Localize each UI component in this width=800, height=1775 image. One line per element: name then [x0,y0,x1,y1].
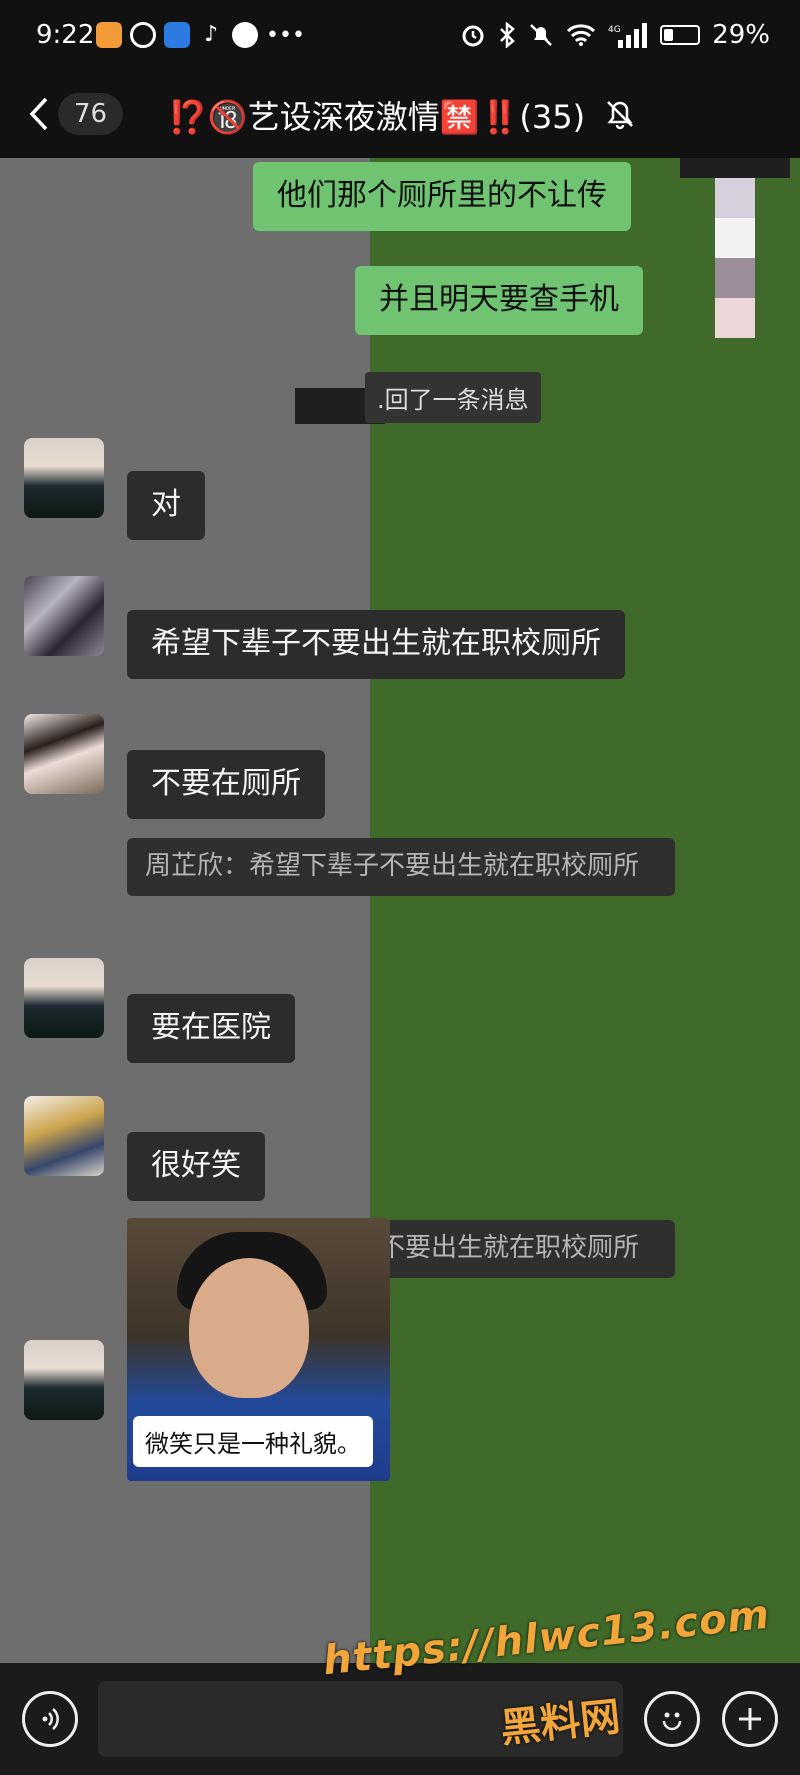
status-right: 4G 29% [460,20,770,50]
signal-icon: 4G [608,23,648,48]
emoji-button[interactable] [644,1691,700,1747]
avatar[interactable] [24,1340,104,1420]
more-notifications-icon: ••• [266,22,305,48]
blurred-avatar [715,178,755,338]
photo-face [189,1258,309,1398]
message-bubble[interactable]: 对 [127,471,205,540]
avatar[interactable] [24,714,104,794]
tiktok-icon: ♪ [203,22,219,47]
my-message-bubble[interactable]: 并且明天要查手机 [355,266,643,335]
alarm-icon [462,25,484,47]
chat-header: 76 ⁉️🔞艺设深夜激情🈲‼️(35) [0,70,800,158]
plus-icon [739,1708,761,1730]
avatar[interactable] [24,1096,104,1176]
svg-text:4G: 4G [608,25,621,35]
voice-button[interactable] [22,1691,78,1747]
back-chevron-icon [29,97,48,131]
message-bubble[interactable]: 希望下辈子不要出生就在职校厕所 [127,610,625,679]
message-bubble[interactable]: 很好笑 [127,1132,265,1201]
image-message[interactable]: 微笑只是一种礼貌。 [127,1218,390,1481]
wifi-icon [567,24,596,46]
avatar[interactable] [24,958,104,1038]
status-time: 9:22 [36,20,95,50]
message-icon [232,22,258,48]
chat-title: ⁉️🔞艺设深夜激情🈲‼️(35) [168,98,586,136]
voice-icon [42,1708,59,1730]
wechat-icon [130,22,156,48]
system-message: .回了一条消息 [365,372,541,423]
plus-button[interactable] [722,1691,778,1747]
input-bar [0,1663,800,1775]
emoji-icon [662,1712,682,1731]
avatar[interactable] [24,438,104,518]
my-message-bubble[interactable]: 他们那个厕所里的不让传 [253,162,631,231]
dnd-icon [530,24,553,46]
message-bubble[interactable]: 不要在厕所 [127,750,325,819]
app-notification-icon-2 [164,22,190,48]
chat-message-list[interactable]: 他们那个厕所里的不让传 并且明天要查手机 .回了一条消息 对 希望下辈子不要出生… [0,158,800,1663]
notification-icons: ♪ ••• [96,22,305,48]
battery-icon [660,25,701,45]
image-caption: 微笑只是一种礼貌。 [133,1416,373,1467]
status-bar: 9:22 ♪ ••• 4G 29% [0,0,800,70]
message-bubble[interactable]: 要在医院 [127,994,295,1063]
quoted-message[interactable]: 周芷欣：希望下辈子不要出生就在职校厕所 [127,838,675,896]
mute-bell-icon [607,101,633,130]
battery-percent: 29% [712,20,770,50]
back-button[interactable]: 76 [28,90,128,138]
avatar[interactable] [24,576,104,656]
bluetooth-icon [500,22,516,48]
app-notification-icon [96,22,122,48]
unread-count-badge: 76 [58,93,124,135]
redaction-block [680,158,790,178]
